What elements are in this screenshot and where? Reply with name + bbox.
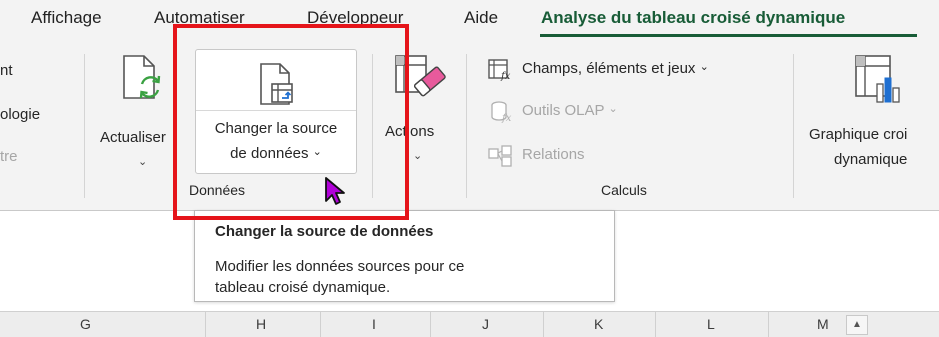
chevron-down-icon: ⌄ [608,103,618,115]
group-separator [466,54,467,198]
fields-items-sets-button[interactable]: fx Champs, éléments et jeux ⌄ [488,59,778,83]
column-separator [655,312,656,337]
tooltip: Changer la source de données Modifier le… [194,210,615,302]
column-header-g[interactable]: G [80,316,91,332]
clipped-label-2[interactable]: ologie [0,106,40,123]
pivot-chart-icon [855,55,900,103]
column-header-i[interactable]: I [372,316,376,332]
column-headers: G H I J K L M ▲ [0,311,939,337]
pivot-chart-label-1: Graphique croi [809,126,908,143]
column-separator [768,312,769,337]
ribbon: nt ologie tre Actualiser ⌄ Changer la so… [0,40,939,210]
column-separator [543,312,544,337]
svg-text:fx: fx [501,113,512,123]
relationships-label: Relations [522,146,585,163]
tab-affichage[interactable]: Affichage [31,8,102,28]
chevron-down-icon: ⌄ [699,61,709,73]
column-separator [430,312,431,337]
chevron-down-icon: ⌄ [413,150,423,162]
tab-analyse-tcd[interactable]: Analyse du tableau croisé dynamique [541,8,845,28]
pivot-chart-button[interactable]: Graphique croi dynamique [800,50,939,180]
tooltip-body-line-2: tableau croisé dynamique. [215,279,391,296]
refresh-label: Actualiser [100,129,166,146]
fields-items-icon: fx [488,59,511,81]
highlight-box [173,24,409,220]
tooltip-body: Modifier les données sources pour ce tab… [215,256,575,298]
relationships-icon [488,145,512,167]
olap-tools-label: Outils OLAP ⌄ [522,102,618,119]
olap-tools-button[interactable]: fx Outils OLAP ⌄ [488,101,688,125]
tooltip-body-line-1: Modifier les données sources pour ce [215,258,465,275]
pivot-chart-label-2: dynamique [834,151,908,168]
ribbon-tab-strip: Affichage Automatiser Développeur Aide A… [0,0,939,40]
relationships-button[interactable]: Relations [488,144,688,168]
group-label-calculs: Calculs [601,182,647,198]
group-separator [793,54,794,198]
active-tab-underline [540,34,917,37]
clipped-label-1[interactable]: nt [0,62,13,79]
column-separator [205,312,206,337]
group-separator [84,54,85,198]
fields-items-label: Champs, éléments et jeux ⌄ [522,60,709,77]
column-header-m[interactable]: M [817,316,829,332]
olap-icon: fx [491,101,512,123]
column-separator [320,312,321,337]
chevron-down-icon: ⌄ [138,156,148,168]
column-header-k[interactable]: K [594,316,603,332]
tooltip-title: Changer la source de données [215,223,434,240]
clipped-label-3[interactable]: tre [0,148,18,165]
column-header-l[interactable]: L [707,316,715,332]
column-header-j[interactable]: J [482,316,489,332]
svg-text:fx: fx [500,71,511,81]
scroll-up-arrow-icon[interactable]: ▲ [846,315,868,335]
column-header-h[interactable]: H [256,316,266,332]
refresh-icon [123,55,161,99]
tab-aide[interactable]: Aide [464,8,498,28]
